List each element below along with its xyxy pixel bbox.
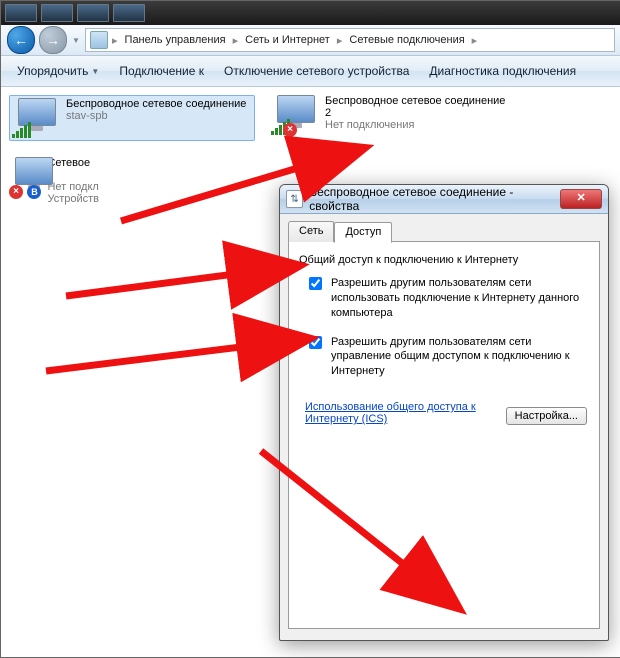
toolbar: Упорядочить▼ Подключение к Отключение се… xyxy=(1,56,620,87)
dialog-titlebar[interactable]: ⇅ Беспроводное сетевое соединение - свой… xyxy=(280,185,608,214)
breadcrumb-separator: ▸ xyxy=(231,34,241,47)
connect-label: Подключение к xyxy=(119,64,204,78)
tab-network[interactable]: Сеть xyxy=(288,221,334,242)
disconnected-icon: × xyxy=(9,185,23,199)
properties-dialog: ⇅ Беспроводное сетевое соединение - свой… xyxy=(279,184,609,641)
forward-button[interactable]: → xyxy=(39,26,67,54)
connection-sub: Нет подключения xyxy=(325,119,511,131)
connection-sub: stav-spb xyxy=(66,110,252,122)
tab-content: Общий доступ к подключению к Интернету Р… xyxy=(288,241,600,629)
bluetooth-icon: B xyxy=(27,185,41,199)
connection-name: Сетевое п xyxy=(47,157,99,181)
allow-control-checkbox[interactable] xyxy=(309,336,322,349)
allow-share-label: Разрешить другим пользователям сети испо… xyxy=(331,276,589,321)
group-label: Общий доступ к подключению к Интернету xyxy=(299,254,589,266)
breadcrumb-separator: ▸ xyxy=(470,34,480,47)
address-icon xyxy=(90,31,108,49)
caret-down-icon: ▼ xyxy=(91,67,99,76)
tab-access[interactable]: Доступ xyxy=(334,222,392,243)
breadcrumb-root[interactable]: Панель управления xyxy=(122,33,229,47)
taskbar-thumb xyxy=(5,4,37,22)
connection-name: Беспроводное сетевое соединение xyxy=(66,98,252,110)
allow-control-label: Разрешить другим пользователям сети упра… xyxy=(331,335,589,380)
diagnose-button[interactable]: Диагностика подключения xyxy=(421,60,584,82)
connection-icon xyxy=(12,98,60,138)
dialog-icon: ⇅ xyxy=(286,190,303,208)
breadcrumb-separator: ▸ xyxy=(335,34,345,47)
disconnected-icon: × xyxy=(283,123,297,137)
connection-sub: Нет подкл xyxy=(47,181,99,193)
ics-link[interactable]: Использование общего доступа к Интернету… xyxy=(305,401,485,425)
navigation-row: ← → ▼ ▸ Панель управления ▸ Сеть и Интер… xyxy=(1,25,620,56)
diagnose-label: Диагностика подключения xyxy=(429,64,576,78)
window-titlebar xyxy=(1,1,620,25)
address-bar[interactable]: ▸ Панель управления ▸ Сеть и Интернет ▸ … xyxy=(85,28,615,52)
dialog-title-text: Беспроводное сетевое соединение - свойст… xyxy=(309,185,554,213)
connection-sub2: Устройств xyxy=(47,193,99,205)
connection-item[interactable]: × Беспроводное сетевое соединение 2 Нет … xyxy=(271,95,511,141)
settings-button[interactable]: Настройка... xyxy=(506,407,587,425)
close-button[interactable]: ✕ xyxy=(560,189,602,209)
back-button[interactable]: ← xyxy=(7,26,35,54)
breadcrumb-mid[interactable]: Сеть и Интернет xyxy=(242,33,333,47)
connection-item[interactable]: × B Сетевое п Нет подкл Устройств xyxy=(9,157,99,205)
disable-device-button[interactable]: Отключение сетевого устройства xyxy=(216,60,417,82)
connection-icon: × xyxy=(271,95,319,135)
organize-button[interactable]: Упорядочить▼ xyxy=(9,60,107,82)
taskbar-thumb xyxy=(41,4,73,22)
nav-history-dropdown[interactable]: ▼ xyxy=(71,35,81,45)
connection-icon: × B xyxy=(9,157,41,197)
organize-label: Упорядочить xyxy=(17,64,88,78)
connect-to-button[interactable]: Подключение к xyxy=(111,60,212,82)
taskbar-thumb xyxy=(77,4,109,22)
connection-name: Беспроводное сетевое соединение 2 xyxy=(325,95,511,119)
breadcrumb-separator: ▸ xyxy=(110,34,120,47)
breadcrumb-leaf[interactable]: Сетевые подключения xyxy=(346,33,467,47)
taskbar-thumb xyxy=(113,4,145,22)
connection-item[interactable]: Беспроводное сетевое соединение stav-spb xyxy=(9,95,255,141)
disable-label: Отключение сетевого устройства xyxy=(224,64,409,78)
allow-share-checkbox[interactable] xyxy=(309,277,322,290)
